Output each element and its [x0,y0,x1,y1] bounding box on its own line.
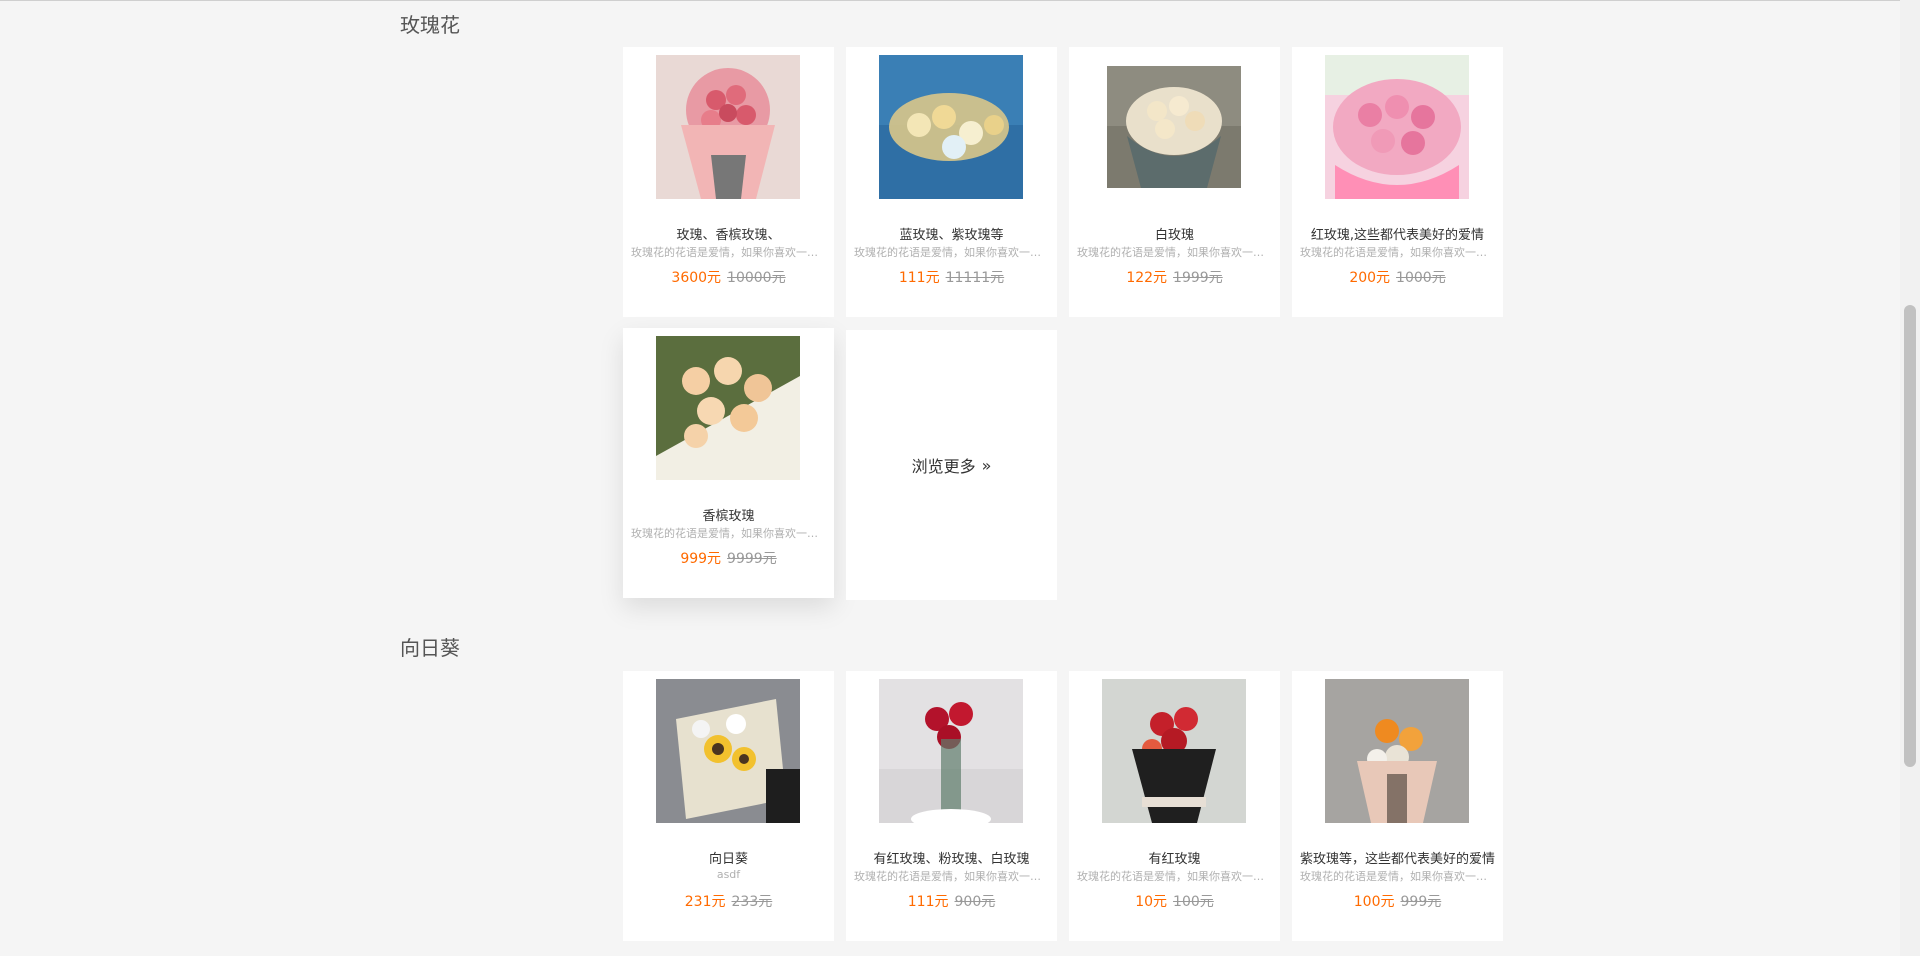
product-old-price: 999元 [1400,894,1442,910]
bouquet-image [656,55,800,199]
product-prices: 111元 900元 [846,891,1057,911]
bouquet-image [1102,679,1246,823]
bouquet-image [879,679,1023,823]
product-desc: asdf [716,868,741,881]
bouquet-image [1107,66,1241,188]
product-prices: 200元 1000元 [1292,267,1503,287]
product-card[interactable]: 白玫瑰 玫瑰花的花语是爱情，如果你喜欢一个人，就送他一束玫瑰花 122元 1999… [1069,47,1280,317]
product-old-price: 233元 [731,894,773,910]
product-desc: 玫瑰花的花语是爱情，如果你喜欢一个人，就送他一束玫瑰花 [1300,246,1495,259]
product-desc: 玫瑰花的花语是爱情，如果你喜欢一个人，就送他一束玫瑰花 [854,870,1049,883]
product-old-price: 9999元 [727,551,777,567]
product-image[interactable] [1325,55,1469,199]
page-viewport: 玫瑰花 玫瑰、香槟玫瑰、 玫瑰花的花语是爱情，如果你喜欢一个人，就送他一束玫瑰花 [0,0,1920,956]
product-name[interactable]: 有红玫瑰 [1075,848,1274,867]
product-image[interactable] [656,55,800,199]
product-old-price: 10000元 [727,270,786,286]
product-old-price: 11111元 [945,270,1005,286]
product-old-price: 1999元 [1173,270,1223,286]
product-price: 111元 [907,894,949,910]
product-image[interactable] [1325,679,1469,823]
product-price: 10元 [1135,894,1168,910]
bouquet-image [1325,55,1469,199]
product-prices: 122元 1999元 [1069,267,1280,287]
product-image[interactable] [656,679,800,823]
product-name[interactable]: 红玫瑰,这些都代表美好的爱情 [1298,224,1497,243]
product-name[interactable]: 香槟玫瑰 [629,505,828,524]
scrollbar-thumb[interactable] [1904,305,1916,767]
section-title-sunflower: 向日葵 [400,636,460,660]
bouquet-image [656,679,800,823]
product-old-price: 1000元 [1396,270,1446,286]
product-card[interactable]: 红玫瑰,这些都代表美好的爱情 玫瑰花的花语是爱情，如果你喜欢一个人，就送他一束玫… [1292,47,1503,317]
product-prices: 231元 233元 [623,891,834,911]
product-name[interactable]: 蓝玫瑰、紫玫瑰等 [852,224,1051,243]
product-prices: 10元 100元 [1069,891,1280,911]
product-price: 122元 [1126,270,1168,286]
product-price: 999元 [680,551,722,567]
product-desc: 玫瑰花的花语是爱情，如果你喜欢一个人，就送他一束玫瑰花 [1077,246,1272,259]
product-desc: 玫瑰花的花语是爱情，如果你喜欢一个人，就送他一束玫瑰花 [631,527,826,540]
product-desc: 玫瑰花的花语是爱情，如果你喜欢一个人，就送他一束玫瑰花 [1300,870,1495,883]
product-image[interactable] [656,336,800,480]
product-old-price: 100元 [1173,894,1214,910]
product-price: 100元 [1353,894,1395,910]
product-price: 200元 [1349,270,1391,286]
bouquet-image [1325,679,1469,823]
product-image[interactable] [879,55,1023,199]
product-image[interactable] [879,679,1023,823]
product-name[interactable]: 玫瑰、香槟玫瑰、 [629,224,828,243]
section-title-roses: 玫瑰花 [400,13,460,37]
product-desc: 玫瑰花的花语是爱情，如果你喜欢一个人，就送他一束玫瑰花 [854,246,1049,259]
product-old-price: 900元 [954,894,996,910]
product-card[interactable]: 有红玫瑰 玫瑰花的花语是爱情，如果你喜欢一个人，就送他一束玫瑰花 10元 100元 [1069,671,1280,941]
vertical-scrollbar[interactable] [1900,0,1920,956]
product-name[interactable]: 白玫瑰 [1075,224,1274,243]
product-image[interactable] [1102,679,1246,823]
product-prices: 3600元 10000元 [623,267,834,287]
product-prices: 111元 11111元 [846,267,1057,287]
product-prices: 100元 999元 [1292,891,1503,911]
product-price: 231元 [684,894,726,910]
product-card[interactable]: 向日葵 asdf 231元 233元 [623,671,834,941]
product-price: 111元 [898,270,940,286]
product-name[interactable]: 有红玫瑰、粉玫瑰、白玫瑰 [852,848,1051,867]
bouquet-image [656,336,800,480]
product-card[interactable]: 香槟玫瑰 玫瑰花的花语是爱情，如果你喜欢一个人，就送他一束玫瑰花 999元999… [623,328,834,598]
browse-more-label: 浏览更多 [911,457,976,476]
product-card[interactable]: 蓝玫瑰、紫玫瑰等 玫瑰花的花语是爱情，如果你喜欢一个人，就送他一束玫瑰花 111… [846,47,1057,317]
product-desc: 玫瑰花的花语是爱情，如果你喜欢一个人，就送他一束玫瑰花 [1077,870,1272,883]
product-name[interactable]: 向日葵 [629,848,828,867]
chevron-double-right-icon: » [981,455,992,475]
product-prices: 999元 9999元 [623,548,834,568]
product-card[interactable]: 紫玫瑰等，这些都代表美好的爱情 玫瑰花的花语是爱情，如果你喜欢一个人，就送他一束… [1292,671,1503,941]
product-card[interactable]: 有红玫瑰、粉玫瑰、白玫瑰 玫瑰花的花语是爱情，如果你喜欢一个人，就送他一束玫瑰花… [846,671,1057,941]
product-desc: 玫瑰花的花语是爱情，如果你喜欢一个人，就送他一束玫瑰花 [631,246,826,259]
top-divider [0,0,1900,1]
product-price: 3600元 [671,270,722,286]
product-name[interactable]: 紫玫瑰等，这些都代表美好的爱情 [1298,848,1497,867]
product-image[interactable] [1102,55,1246,199]
browse-more-button[interactable]: 浏览更多 » [846,330,1057,600]
bouquet-image [879,55,1023,199]
product-card[interactable]: 玫瑰、香槟玫瑰、 玫瑰花的花语是爱情，如果你喜欢一个人，就送他一束玫瑰花 360… [623,47,834,317]
